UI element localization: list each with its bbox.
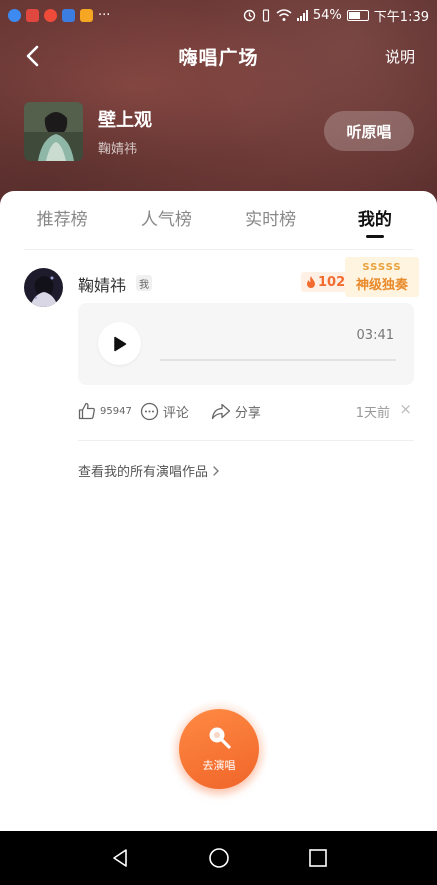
app-notification-icon [26,8,39,22]
chevron-left-icon [26,45,39,67]
thumb-up-icon [78,402,95,420]
share-label: 分享 [234,405,261,421]
system-back-button[interactable] [105,843,135,873]
posted-time: 1天前 [355,406,390,421]
progress-bar[interactable] [160,359,396,361]
system-recents-button[interactable] [303,843,333,873]
app-notification-icon [8,8,21,22]
grade-letters: SSSSS [362,261,402,273]
chevron-right-icon [213,465,219,476]
user-name[interactable]: 鞠婧祎 [78,272,126,296]
clock: 下午1:39 [373,9,429,25]
grade-label: 神级独奏 [355,277,408,293]
system-status: 54% 下午1:39 [243,6,429,25]
heat-count: 102 [318,274,346,290]
share-arrow-icon [211,403,230,419]
go-sing-button[interactable]: 去演唱 [179,709,259,789]
triangle-back-icon [112,849,127,867]
comment-bubble-icon [140,402,158,420]
help-link[interactable]: 说明 [385,46,415,67]
status-bar: ··· 54% 下午1:39 [0,0,437,30]
back-button[interactable] [18,42,46,70]
song-header: 壁上观 鞠婧祎 听原唱 [24,100,414,162]
grade-badge: SSSSS 神级独奏 [345,257,419,297]
app-notification-icon [62,8,75,22]
all-works-link[interactable]: 查看我的所有演唱作品 [78,461,220,480]
tab-mine[interactable]: 我的 [330,205,420,238]
system-nav-bar [0,831,437,885]
tab-bar: 推荐榜 人气榜 实时榜 我的 [0,205,437,245]
microphone-icon [209,727,231,749]
alarm-icon [243,9,256,21]
performance-actions: 95947 评论 分享 1天前 × [78,400,414,422]
comment-button[interactable]: 评论 [140,402,189,421]
wifi-icon [276,8,292,21]
go-sing-label: 去演唱 [202,759,236,772]
avatar[interactable] [24,268,63,307]
like-count: 95947 [100,405,132,417]
duration: 03:41 [356,328,394,343]
more-notifications-icon: ··· [98,7,111,23]
close-icon[interactable]: × [399,400,412,418]
circle-home-icon [208,848,229,868]
flame-icon [307,276,315,288]
app-notification-icon [44,8,57,22]
battery-icon [346,9,369,21]
like-button[interactable]: 95947 [78,402,132,420]
song-cover [24,101,83,161]
app-notification-icon [80,8,93,22]
song-title: 壁上观 [98,109,152,131]
song-artist: 鞠婧祎 [98,141,138,157]
square-recents-icon [308,849,327,867]
tab-popular[interactable]: 人气榜 [121,205,211,230]
song-meta: 壁上观 鞠婧祎 [98,106,324,157]
audio-player: 03:41 [78,303,414,385]
tab-recommended[interactable]: 推荐榜 [17,205,107,230]
tabs-divider [24,249,414,250]
share-button[interactable]: 分享 [211,402,261,421]
performance-header: 鞠婧祎 我 102 SSSSS 神级独奏 [24,257,419,308]
comment-label: 评论 [162,405,189,421]
tab-realtime[interactable]: 实时榜 [226,205,316,230]
card-divider [78,440,414,441]
nav-bar: 嗨唱广场 说明 [0,36,437,76]
listen-original-button[interactable]: 听原唱 [324,111,414,151]
battery-percent: 54% [312,7,342,23]
system-home-button[interactable] [204,843,234,873]
page-title: 嗨唱广场 [178,46,259,69]
heat-badge: 102 [301,272,351,292]
play-button[interactable] [98,322,141,365]
me-badge: 我 [136,275,152,291]
all-works-label: 查看我的所有演唱作品 [78,465,209,480]
notification-icons: ··· [8,8,110,23]
vibrate-icon [262,8,269,22]
signal-icon [296,9,308,21]
play-icon [113,336,126,351]
